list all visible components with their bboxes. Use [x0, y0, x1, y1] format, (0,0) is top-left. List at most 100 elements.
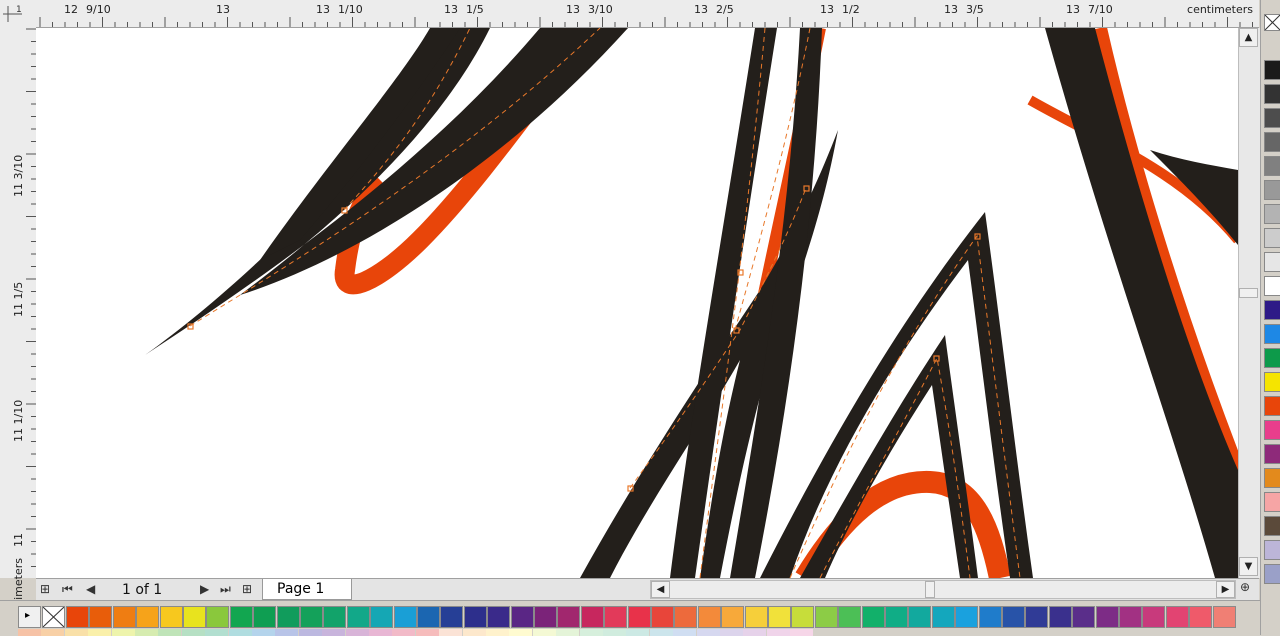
palette-swatch[interactable] — [955, 606, 979, 628]
palette-swatch[interactable] — [66, 606, 89, 628]
ruler-label-major: 13 — [820, 3, 834, 16]
palette-swatch[interactable] — [112, 606, 136, 628]
palette-swatch[interactable] — [651, 606, 674, 628]
palette-swatch[interactable] — [1264, 444, 1280, 464]
palette-swatch[interactable] — [300, 606, 323, 628]
palette-swatch[interactable] — [1264, 300, 1280, 320]
palette-swatch[interactable] — [323, 606, 347, 628]
palette-swatch[interactable] — [1165, 606, 1189, 628]
palette-swatch[interactable] — [1264, 84, 1280, 104]
zoom-button[interactable]: ⊕ — [1240, 580, 1250, 594]
vertical-scrollbar[interactable]: ▲ ▼ — [1238, 28, 1260, 578]
palette-swatch[interactable] — [1264, 396, 1280, 416]
palette-swatch[interactable] — [1095, 606, 1119, 628]
palette-swatch[interactable] — [1072, 606, 1096, 628]
palette-swatch[interactable] — [791, 606, 815, 628]
scroll-right-button[interactable]: ▶ — [1216, 581, 1235, 598]
horizontal-scroll-thumb[interactable] — [925, 581, 935, 598]
palette-swatch[interactable] — [931, 606, 955, 628]
add-page-after-button[interactable]: ⊞ — [242, 582, 252, 596]
palette-swatch[interactable] — [1264, 60, 1280, 80]
palette-swatch[interactable] — [1264, 420, 1280, 440]
scroll-left-button[interactable]: ◀ — [651, 581, 670, 598]
prev-page-button[interactable]: ◀ — [86, 582, 95, 596]
palette-swatch[interactable] — [861, 606, 885, 628]
palette-swatch[interactable] — [978, 606, 1002, 628]
palette-swatch[interactable] — [89, 606, 113, 628]
palette-swatch[interactable] — [580, 606, 604, 628]
palette-swatch[interactable] — [1189, 606, 1213, 628]
black-stroke-far-right[interactable] — [1045, 28, 1238, 578]
palette-swatch[interactable] — [1264, 228, 1280, 248]
palette-swatch[interactable] — [1264, 252, 1280, 272]
palette-swatch[interactable] — [1264, 276, 1280, 296]
palette-swatch[interactable] — [510, 606, 534, 628]
scroll-up-button[interactable]: ▲ — [1239, 28, 1258, 47]
palette-swatch[interactable] — [1264, 564, 1280, 584]
palette-swatch[interactable] — [814, 606, 838, 628]
palette-swatch[interactable] — [744, 606, 768, 628]
horizontal-scrollbar[interactable]: ◀ ▶ — [650, 580, 1236, 599]
horizontal-ruler[interactable]: 12 9/10 13 13 1/10 13 1/5 13 3/10 13 2/5 13 1/2 13 3/5… — [36, 0, 1259, 28]
palette-swatch[interactable] — [674, 606, 698, 628]
palette-swatch[interactable] — [229, 606, 253, 628]
vertical-ruler[interactable]: 11 3/10 11 1/5 11 1/10 11 centimeters — [0, 27, 37, 624]
palette-swatch[interactable] — [159, 606, 183, 628]
palette-swatch[interactable] — [1119, 606, 1142, 628]
palette-swatch[interactable] — [1025, 606, 1049, 628]
palette-swatch[interactable] — [1212, 606, 1236, 628]
drawing-canvas[interactable] — [36, 28, 1238, 578]
palette-swatch[interactable] — [768, 606, 791, 628]
palette-swatch[interactable] — [1264, 204, 1280, 224]
palette-swatch[interactable] — [136, 606, 160, 628]
pinstripe-artwork[interactable] — [36, 28, 1238, 578]
palette-swatch[interactable] — [1264, 324, 1280, 344]
palette-swatch[interactable] — [1142, 606, 1166, 628]
black-stroke-left-outer[interactable] — [145, 28, 628, 355]
palette-swatch[interactable] — [534, 606, 557, 628]
palette-swatch[interactable] — [1002, 606, 1025, 628]
palette-swatch[interactable] — [183, 606, 206, 628]
no-fill-swatch[interactable] — [42, 606, 65, 628]
vertical-scroll-thumb[interactable] — [1239, 288, 1258, 298]
last-page-button[interactable]: ⏭ — [220, 582, 231, 597]
palette-swatch[interactable] — [1264, 540, 1280, 560]
palette-swatch[interactable] — [1264, 492, 1280, 512]
palette-swatch[interactable] — [1264, 156, 1280, 176]
palette-swatch[interactable] — [370, 606, 394, 628]
arrow-up-icon: ▲ — [1244, 32, 1253, 43]
next-page-button[interactable]: ▶ — [200, 582, 209, 596]
palette-swatch[interactable] — [440, 606, 464, 628]
first-page-button[interactable]: ⏮ — [62, 582, 73, 597]
palette-swatch[interactable] — [487, 606, 511, 628]
palette-swatch[interactable] — [838, 606, 862, 628]
palette-swatch[interactable] — [1264, 516, 1280, 536]
palette-swatch[interactable] — [1264, 180, 1280, 200]
palette-swatch[interactable] — [721, 606, 745, 628]
add-page-before-button[interactable]: ⊞ — [40, 582, 50, 596]
palette-swatch[interactable] — [627, 606, 651, 628]
palette-swatch[interactable] — [276, 606, 300, 628]
palette-swatch[interactable] — [1264, 348, 1280, 368]
palette-swatch[interactable] — [557, 606, 581, 628]
no-fill-swatch[interactable] — [1264, 14, 1280, 31]
palette-swatch[interactable] — [1048, 606, 1072, 628]
palette-swatch[interactable] — [1264, 132, 1280, 152]
palette-swatch[interactable] — [417, 606, 440, 628]
palette-menu-button[interactable]: ▸ — [18, 606, 41, 628]
palette-swatch[interactable] — [1264, 468, 1280, 488]
palette-swatch[interactable] — [393, 606, 417, 628]
palette-swatch[interactable] — [604, 606, 628, 628]
scroll-down-button[interactable]: ▼ — [1239, 557, 1258, 576]
palette-swatch[interactable] — [206, 606, 230, 628]
palette-swatch[interactable] — [697, 606, 721, 628]
palette-swatch[interactable] — [463, 606, 487, 628]
page-tab[interactable]: Page 1 — [262, 579, 352, 600]
ruler-origin-corner[interactable]: 1 — [0, 0, 37, 28]
palette-swatch[interactable] — [346, 606, 370, 628]
palette-swatch[interactable] — [1264, 372, 1280, 392]
palette-swatch[interactable] — [253, 606, 277, 628]
palette-swatch[interactable] — [1264, 108, 1280, 128]
palette-swatch[interactable] — [908, 606, 932, 628]
palette-swatch[interactable] — [885, 606, 908, 628]
